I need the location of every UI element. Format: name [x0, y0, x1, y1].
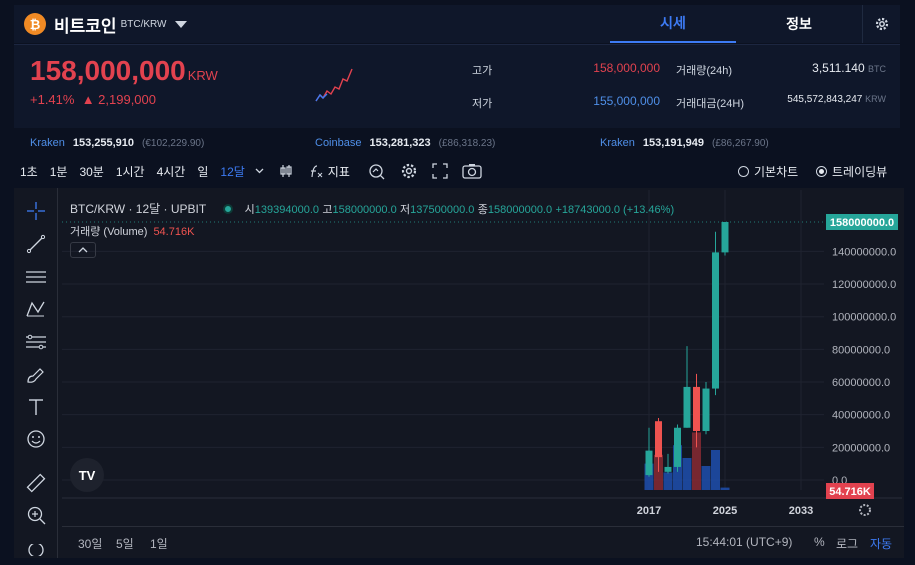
candle-body [683, 386, 691, 428]
clock-readout[interactable]: 15:44:01 (UTC+9) [696, 535, 792, 549]
volume-label: 거래량(24h) [676, 65, 733, 77]
high-value: 158,000,000 [593, 61, 660, 75]
volume-bar [682, 458, 692, 490]
price-chart[interactable]: 140000000.0 120000000.0 100000000.0 8000000… [62, 190, 902, 522]
timeframe-1h[interactable]: 1시간 [116, 163, 145, 180]
text-tool-icon[interactable] [25, 396, 47, 418]
price-panel: 158,000,000 KRW +1.41% ▲ 2,199,000 고가 158… [14, 44, 900, 128]
tradingview-logo-icon: TV [70, 458, 104, 492]
candle-body [702, 388, 710, 432]
range-30d[interactable]: 30일 [78, 535, 102, 552]
candle-body [721, 222, 729, 253]
last-price-label: 158000000.0 [830, 217, 894, 229]
tab-info[interactable]: 정보 [736, 5, 862, 43]
candle-body [655, 421, 662, 458]
low-label: 저가 [472, 98, 493, 110]
gear-icon[interactable] [400, 162, 418, 180]
chart-container: 140000000.0 120000000.0 100000000.0 8000000… [14, 188, 904, 558]
emoji-icon[interactable] [25, 428, 47, 450]
timeframe-30m[interactable]: 30분 [79, 163, 103, 180]
candle-body [645, 450, 653, 476]
log-toggle[interactable]: 로그 [836, 535, 858, 552]
indicator-button[interactable]: 지표 [328, 163, 350, 180]
volume-bar [720, 487, 730, 490]
candle-body [664, 466, 672, 472]
crosshair-icon[interactable] [25, 200, 47, 222]
tradingview-option[interactable]: 트레이딩뷰 [816, 163, 887, 180]
y-tick-label: 60000000.0 [832, 377, 890, 389]
horizontal-lines-icon[interactable] [25, 266, 47, 288]
timeframe-1m[interactable]: 1분 [50, 163, 68, 180]
coin-header: ₿ 비트코인 BTC/KRW 시세 정보 [14, 5, 900, 43]
basic-chart-option[interactable]: 기본차트 [738, 163, 798, 180]
y-tick-label: 100000000.0 [832, 312, 896, 324]
tab-market-price[interactable]: 시세 [610, 5, 736, 43]
amount-label: 거래대금(24H) [676, 98, 744, 110]
ruler-icon[interactable] [25, 472, 47, 494]
coin-name: 비트코인 [54, 16, 117, 36]
y-tick-label: 80000000.0 [832, 344, 890, 356]
timeframe-day[interactable]: 일 [197, 163, 208, 180]
coin-pair: BTC/KRW [120, 18, 167, 30]
exchange-strip: Kraken 153,255,910 (€102,229.90) Coinbase 1… [14, 133, 900, 155]
pattern-icon[interactable] [25, 298, 47, 320]
exchange-item[interactable]: Kraken 153,255,910 (€102,229.90) [30, 137, 204, 149]
zoom-in-icon[interactable] [25, 504, 47, 526]
exchange-item[interactable]: Kraken 153,191,949 (£86,267.90) [600, 137, 769, 149]
sparkline-chart [315, 68, 353, 102]
current-price: 158,000,000 KRW [30, 55, 218, 86]
low-value: 155,000,000 [593, 94, 660, 108]
volume-bar [663, 472, 673, 490]
ohlc-legend: BTC/KRW · 12달 · UPBIT 시139394000.0 고1580… [70, 202, 675, 216]
candlestick-chart[interactable]: 140000000.0 120000000.0 100000000.0 8000000… [62, 190, 902, 522]
volume-value: 3,511.140 BTC [812, 61, 886, 75]
range-1d[interactable]: 1일 [150, 535, 168, 552]
exchange-item[interactable]: Coinbase 153,281,323 (£86,318.23) [315, 137, 495, 149]
volume-bar [701, 466, 711, 490]
candle-body [693, 386, 700, 432]
chevron-down-icon[interactable] [255, 168, 264, 174]
trend-line-icon[interactable] [25, 233, 47, 255]
timeframe-12month[interactable]: 12달 [220, 163, 244, 180]
chevron-down-icon[interactable] [174, 20, 187, 28]
price-unit: KRW [187, 68, 218, 83]
timeframe-4h[interactable]: 4시간 [157, 163, 186, 180]
collapse-legend-button[interactable] [70, 242, 96, 258]
brush-icon[interactable] [25, 364, 47, 386]
drawing-toolbar [14, 188, 58, 558]
axis-settings-icon[interactable] [859, 504, 871, 516]
status-dot-icon [223, 204, 234, 214]
magnet-icon[interactable] [25, 544, 47, 556]
x-tick-label: 2025 [713, 505, 737, 517]
x-tick-label: 2017 [637, 505, 661, 517]
gear-icon[interactable] [862, 5, 900, 43]
camera-icon[interactable] [462, 163, 482, 179]
high-label: 고가 [472, 65, 493, 77]
candle-type-icon[interactable] [278, 163, 294, 179]
chart-toolbar: 1초 1분 30분 1시간 4시간 일 12달 지표 기본차트 트레이딩뷰 [14, 157, 900, 185]
y-tick-label: 40000000.0 [832, 410, 890, 422]
alert-icon[interactable] [368, 162, 386, 180]
candle-body [712, 252, 719, 389]
volume-legend: 거래량 (Volume) 54.716K [70, 226, 195, 238]
chart-bottom-bar: 30일 5일 1일 15:44:01 (UTC+9) % 로그 자동 [62, 526, 904, 556]
x-tick-label: 2033 [789, 505, 813, 517]
range-5d[interactable]: 5일 [116, 535, 134, 552]
timeframe-1s[interactable]: 1초 [20, 163, 38, 180]
percent-toggle[interactable]: % [814, 535, 825, 549]
app-window: ₿ 비트코인 BTC/KRW 시세 정보 158,000,000 KRW +1.4… [0, 0, 915, 565]
y-tick-label: 140000000.0 [832, 246, 896, 258]
last-volume-label: 54.716K [829, 486, 871, 498]
amount-value: 545,572,843,247 KRW [787, 94, 886, 105]
y-tick-label: 120000000.0 [832, 279, 896, 291]
fullscreen-icon[interactable] [432, 163, 448, 179]
price-change: +1.41% ▲ 2,199,000 [30, 92, 156, 107]
indicator-icon[interactable] [308, 163, 324, 179]
fib-icon[interactable] [25, 331, 47, 353]
bitcoin-icon: ₿ [24, 13, 46, 35]
candle-body [674, 427, 681, 467]
volume-bar [711, 450, 720, 490]
auto-toggle[interactable]: 자동 [870, 535, 892, 552]
y-tick-label: 20000000.0 [832, 442, 890, 454]
